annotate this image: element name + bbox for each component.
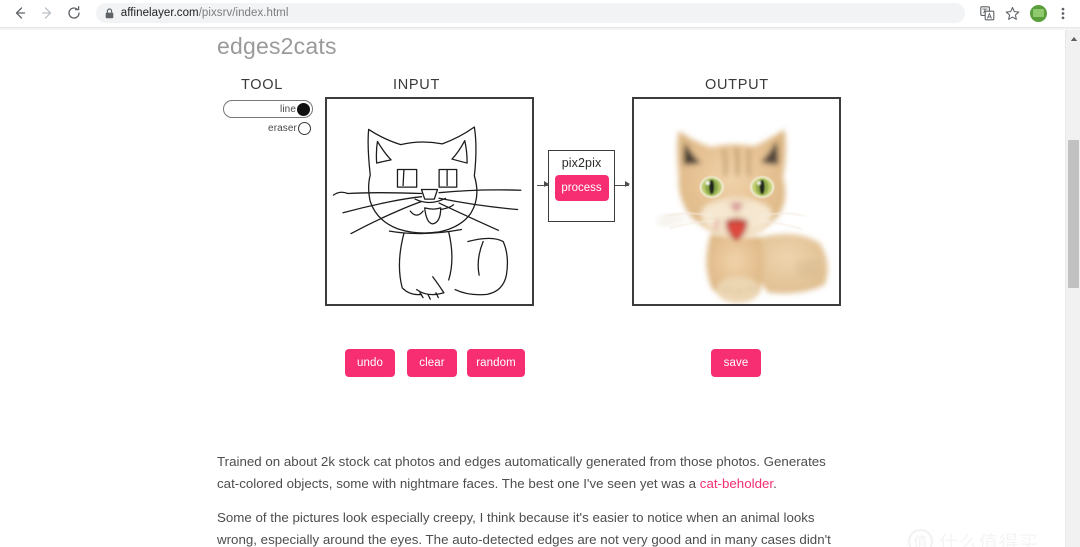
action-button-row: undo clear random save [217,349,917,389]
translate-button[interactable] [975,0,1000,27]
random-button[interactable]: random [467,349,525,377]
star-icon [1005,6,1020,20]
three-dot-menu-icon [1061,7,1065,19]
clear-button[interactable]: clear [407,349,457,377]
chevron-up-icon [1070,37,1077,41]
lock-icon [105,7,114,19]
bookmark-button[interactable] [1000,0,1025,27]
avatar-glyph [1032,9,1044,17]
tool-column-header: TOOL [241,77,284,93]
cat-sketch-icon [332,126,522,300]
back-button[interactable] [6,0,33,27]
undo-button[interactable]: undo [345,349,395,377]
reload-button[interactable] [61,0,88,27]
page-title: edges2cats [217,33,337,59]
back-arrow-icon [15,7,25,19]
output-generated-image [632,97,841,306]
paragraph-two: Some of the pictures look especially cre… [217,510,831,547]
forward-arrow-icon [41,7,52,19]
url-domain: affinelayer.com [120,7,199,19]
page-scrollbar[interactable] [1065,30,1080,547]
scrollbar-thumb[interactable] [1068,140,1079,288]
translate-icon [980,5,995,20]
paragraph-one-tail: . [773,475,777,491]
pix2pix-module: pix2pix process [548,150,615,222]
address-bar[interactable]: affinelayer.com/pixsrv/index.html [95,3,965,23]
scrollbar-up-arrow[interactable] [1066,32,1080,46]
pix2pix-label: pix2pix [561,156,602,170]
paragraph-one: Trained on about 2k stock cat photos and… [217,451,832,494]
radio-line-icon[interactable] [297,102,310,116]
tool-selector-group: line eraser [223,100,313,137]
chrome-menu-button[interactable] [1051,0,1076,27]
input-drawing-canvas[interactable] [325,97,534,306]
url-path: /pixsrv/index.html [198,7,289,19]
input-column-header: INPUT [393,77,440,93]
reload-icon [68,5,80,19]
watermark-text: 什么值得买 [939,532,1040,547]
avatar [1029,4,1047,22]
process-button[interactable]: process [554,175,609,201]
description-text: Trained on about 2k stock cat photos and… [217,451,832,547]
tool-option-line[interactable]: line [223,100,313,118]
output-column-header: OUTPUT [705,77,769,93]
forward-button[interactable] [33,0,60,27]
generated-cat-image [634,99,839,304]
workspace-columns: TOOL INPUT OUTPUT line eraser pix2pix pr… [217,77,917,347]
edges2cats-app: edges2cats TOOL INPUT OUTPUT line eraser [217,30,917,547]
profile-button[interactable] [1025,0,1050,27]
tool-option-eraser-label: eraser [268,123,297,134]
save-button[interactable]: save [711,349,761,377]
cat-beholder-link[interactable]: cat-beholder [700,476,773,491]
radio-eraser-icon[interactable] [298,122,311,135]
url-text: affinelayer.com/pixsrv/index.html [121,7,289,19]
site-watermark: 值 什么值得买 [908,528,1039,547]
tool-option-eraser[interactable]: eraser [223,120,313,137]
page-viewport: edges2cats TOOL INPUT OUTPUT line eraser [0,30,1065,547]
output-arrow-icon [625,181,630,187]
browser-toolbar: affinelayer.com/pixsrv/index.html [0,0,1080,27]
tool-option-line-label: line [280,103,296,115]
